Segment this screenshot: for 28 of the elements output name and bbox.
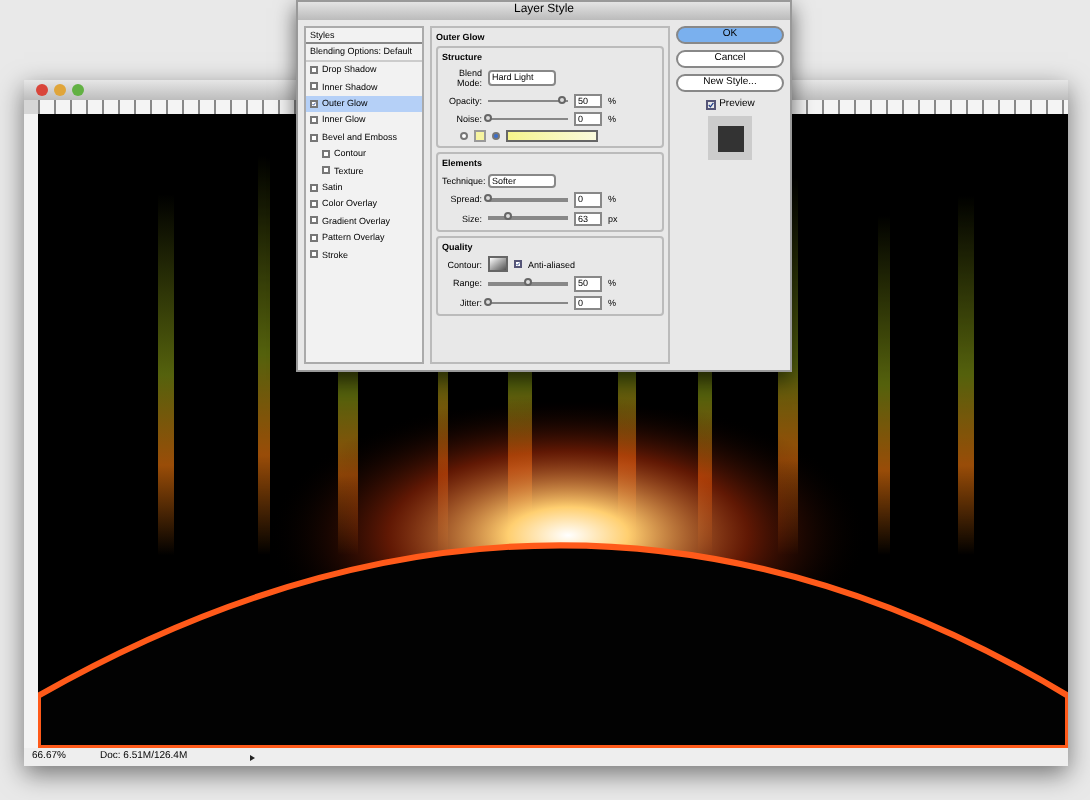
checkbox[interactable] — [322, 166, 330, 175]
slider-thumb[interactable] — [484, 194, 492, 203]
slider-thumb[interactable] — [484, 113, 492, 122]
gradient-picker[interactable] — [506, 130, 598, 143]
color-swatch[interactable] — [474, 130, 486, 143]
checkbox[interactable] — [310, 82, 318, 91]
checkbox[interactable] — [705, 99, 716, 109]
checkbox[interactable] — [310, 183, 318, 192]
slider-thumb[interactable] — [504, 212, 512, 221]
slider-thumb[interactable] — [524, 278, 532, 287]
checkbox[interactable] — [310, 133, 318, 142]
checkbox[interactable] — [310, 99, 318, 108]
slider-thumb[interactable] — [557, 95, 566, 103]
checkbox[interactable] — [310, 116, 318, 125]
menu-arrow-icon[interactable] — [248, 753, 256, 761]
preview-swatch — [708, 116, 752, 160]
checkbox[interactable] — [322, 149, 330, 158]
checkbox[interactable] — [310, 233, 318, 242]
checkbox[interactable] — [310, 65, 318, 74]
checkbox[interactable] — [310, 216, 318, 225]
slider-thumb[interactable] — [484, 297, 492, 306]
checkbox[interactable] — [514, 260, 522, 269]
radio-button[interactable] — [492, 132, 500, 141]
checkbox[interactable] — [310, 200, 318, 209]
close-icon[interactable] — [36, 84, 48, 96]
radio-button[interactable] — [460, 132, 468, 141]
checkbox[interactable] — [310, 250, 318, 259]
contour-picker[interactable] — [488, 256, 508, 273]
